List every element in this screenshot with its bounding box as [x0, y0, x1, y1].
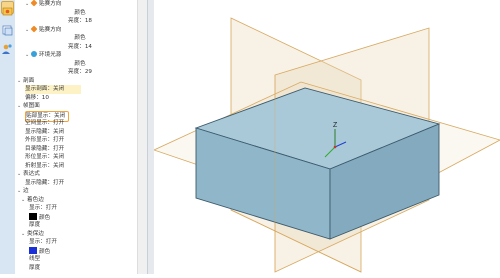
tree-item-label: 类保边 [27, 230, 44, 237]
tree-item-label: 折射显示：关闭 [25, 162, 65, 169]
tree-item-label: 亮度：18 [68, 18, 92, 24]
properties-tree: ⌄ 贴赛方向 颜色 亮度：18 ⌄ 贴赛方向 颜色 亮度：14 ⌄ 环境光源 颜色 亮度：29 ⌄ 剖面显… [15, 0, 147, 274]
tree-item-label: 目录隐藏：打开 [25, 145, 65, 152]
z-axis-label: Z [333, 122, 338, 129]
tree-item-label: 线型 [29, 256, 41, 262]
scene-svg: Z [152, 17, 500, 273]
tree-item-label: 显示隐藏：打开 [25, 179, 65, 186]
tree-item-label: 显示：打开 [29, 205, 57, 211]
tree-item[interactable]: ⌄ 帧图面 [17, 102, 40, 111]
user-button[interactable] [1, 40, 14, 54]
light-icon [30, 0, 38, 7]
color-swatch[interactable] [29, 246, 37, 254]
tree-item-label: 颜色 [74, 60, 86, 67]
tree-item-label: 颜色 [74, 9, 86, 16]
tree-item-label: 亮度：29 [68, 69, 92, 75]
tree-item-label: 着色边 [27, 196, 44, 203]
tree-item-label: 边 [23, 188, 29, 194]
tree-item-label: 显示隐藏：关闭 [25, 128, 65, 135]
tree-item-label: 表达式 [23, 171, 40, 177]
user-icon [2, 44, 12, 54]
color-swatch[interactable] [29, 212, 37, 220]
tree-item-label: 厚度 [29, 264, 41, 271]
tree-item-label: 颜色 [39, 214, 51, 221]
tree-item-label: 空间显示：打开 [25, 120, 65, 126]
tree-item-label: 亮度：14 [68, 43, 92, 50]
light-icon [30, 25, 38, 32]
tree-item-label: 贴赛方向 [39, 1, 62, 7]
origin-point [333, 145, 337, 149]
tree-item-label: 显示剖面：关闭 [25, 86, 65, 92]
tree-item-label: 剖面 [23, 77, 35, 84]
tree-item-label: 厚度 [29, 222, 41, 228]
tree-item[interactable]: 亮度：29 [15, 68, 145, 77]
tree-item-label: 帧图面 [23, 103, 40, 109]
tree-item-label: 贴部显示：关闭 [26, 112, 66, 119]
tree-item-label: 外形显示：打开 [25, 137, 65, 143]
tree-item-label: 偏移：10 [25, 94, 49, 101]
tree-item-label: 贴赛方向 [39, 26, 62, 33]
tree-item-label: 颜色 [39, 248, 51, 255]
globe-icon [31, 51, 37, 57]
tree-item-label: 形位显示：关闭 [25, 154, 65, 160]
layers-icon [2, 25, 13, 36]
tree-item[interactable]: 显示隐藏：打开 [25, 179, 64, 188]
tree-item[interactable]: 厚度 [29, 264, 40, 273]
tree-item-label: 环境光源 [39, 52, 62, 58]
tree-item-label: 显示：打开 [29, 239, 57, 245]
tree-item-label: 颜色 [74, 35, 86, 41]
settings-panel-icon [2, 7, 13, 16]
layers-button[interactable] [1, 22, 14, 36]
3d-viewport[interactable]: Z [152, 0, 500, 274]
settings-panel-button[interactable] [1, 1, 14, 16]
left-toolbar [0, 0, 16, 274]
